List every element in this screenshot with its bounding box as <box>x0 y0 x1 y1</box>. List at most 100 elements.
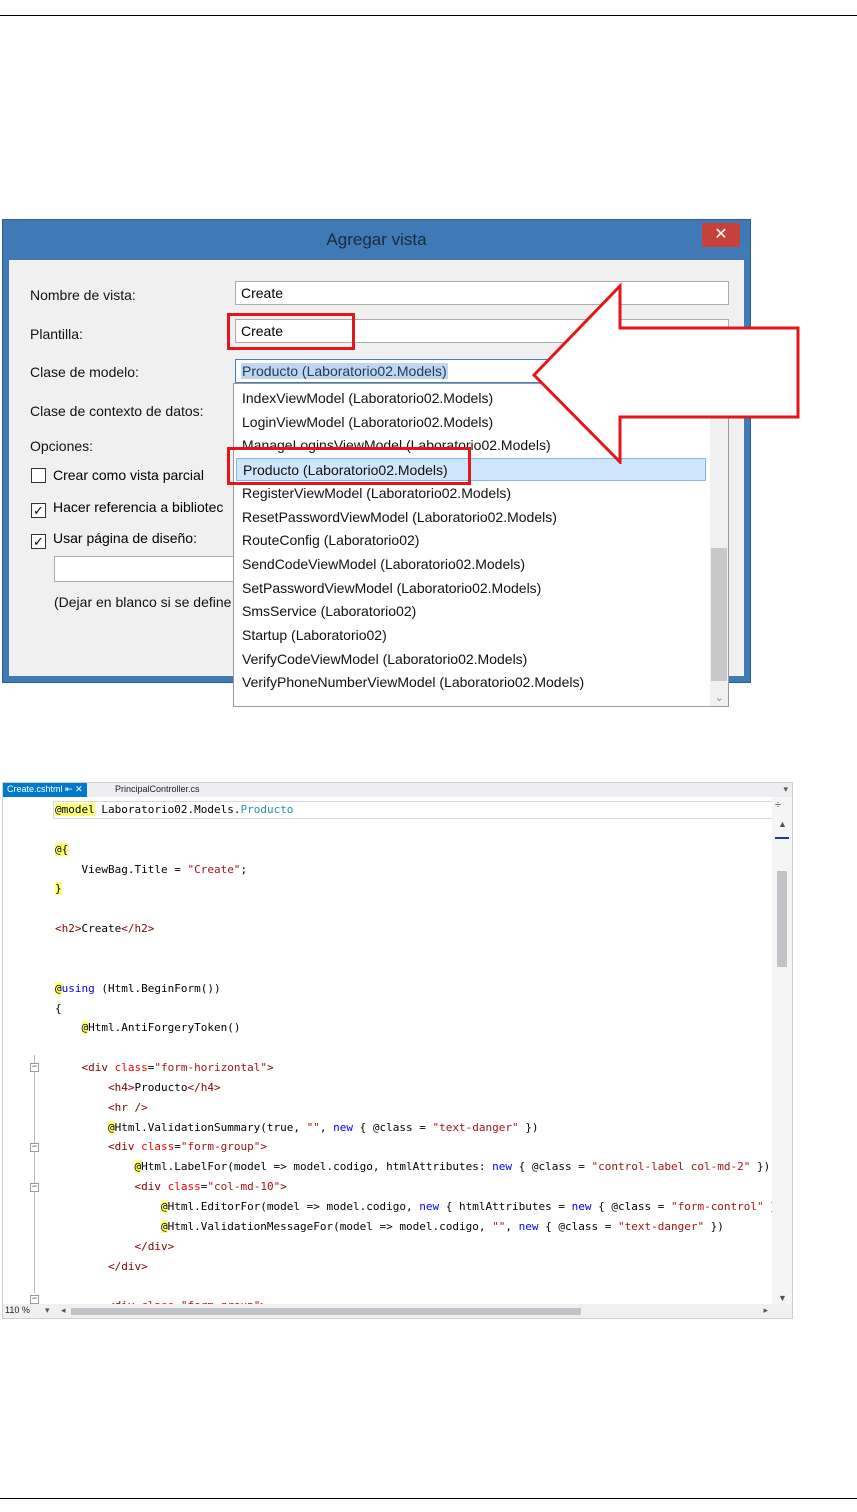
code-token: (Html.BeginForm()) <box>94 981 221 995</box>
code-token: @ <box>107 1120 115 1134</box>
code-token: { @class = <box>538 1219 618 1233</box>
code-line[interactable]: } <box>55 879 62 899</box>
code-token: "text-danger" <box>432 1120 519 1134</box>
code-token: Html.EditorFor(model => model.codigo, <box>167 1200 420 1213</box>
code-line[interactable]: </div> <box>55 1257 148 1277</box>
code-token: Laboratorio02.Models. <box>94 803 241 816</box>
code-area[interactable]: @model Laboratorio02.Models.Producto @{ V… <box>3 797 774 1305</box>
dropdown-item[interactable]: VerifyCodeViewModel (Laboratorio02.Model… <box>236 648 706 671</box>
code-token: }) <box>704 1219 724 1233</box>
code-token: ViewBag.Title = <box>55 862 188 876</box>
script-libraries-option[interactable]: ✓ Hacer referencia a bibliotec <box>31 499 223 518</box>
dropdown-item[interactable]: RegisterViewModel (Laboratorio02.Models) <box>236 482 706 505</box>
code-line[interactable]: <h2>Create</h2> <box>55 919 154 939</box>
code-token: @ <box>160 1219 168 1233</box>
code-token: @ <box>55 981 62 995</box>
zoom-level[interactable]: 110 % <box>5 1305 30 1315</box>
code-line[interactable]: ViewBag.Title = "Create"; <box>55 860 247 880</box>
code-line[interactable]: <hr /> <box>55 1098 148 1118</box>
partial-view-option[interactable]: Crear como vista parcial <box>31 467 204 483</box>
dialog-titlebar[interactable]: Agregar vista ✕ <box>3 220 750 260</box>
model-class-label: Clase de modelo: <box>30 364 139 380</box>
template-label: Plantilla: <box>30 326 83 342</box>
code-token: </div> <box>107 1259 148 1273</box>
code-token: = <box>174 1140 181 1154</box>
dropdown-item[interactable]: VerifyPhoneNumberViewModel (Laboratorio0… <box>236 671 706 694</box>
code-line[interactable]: @Html.LabelFor(model => model.codigo, ht… <box>55 1157 770 1177</box>
split-icon[interactable]: ÷ <box>775 799 781 811</box>
partial-view-checkbox[interactable] <box>31 468 46 483</box>
caret-position-marker <box>775 837 789 839</box>
close-icon[interactable]: ✕ <box>75 784 83 794</box>
code-token: "" <box>492 1219 506 1233</box>
code-token: class <box>141 1140 175 1154</box>
tab-create-cshtml[interactable]: Create.cshtml ⇤ ✕ <box>3 783 87 797</box>
code-line[interactable]: @Html.AntiForgeryToken() <box>55 1018 240 1038</box>
dropdown-item[interactable]: Startup (Laboratorio02) <box>236 624 706 647</box>
code-token: class <box>114 1061 148 1075</box>
collapse-icon[interactable]: − <box>30 1295 39 1304</box>
dropdown-scroll-thumb[interactable] <box>711 548 727 681</box>
scroll-right-icon[interactable]: ▸ <box>763 1305 768 1316</box>
code-line[interactable]: @Html.EditorFor(model => model.codigo, n… <box>55 1197 774 1217</box>
code-token: new <box>571 1200 592 1213</box>
code-token: new <box>492 1160 512 1174</box>
pin-icon[interactable]: ⇤ <box>65 784 73 794</box>
chevron-down-icon[interactable]: ⌄ <box>715 691 724 704</box>
tab-principal-controller[interactable]: PrincipalController.cs <box>115 784 200 794</box>
dropdown-item[interactable]: RouteConfig (Laboratorio02) <box>236 529 706 552</box>
code-token: @ <box>160 1200 168 1213</box>
collapse-icon[interactable]: − <box>30 1183 39 1192</box>
scroll-up-icon[interactable]: ▲ <box>778 819 787 829</box>
code-line[interactable]: @{ <box>55 840 69 860</box>
code-line[interactable]: </div> <box>55 1237 174 1257</box>
code-line[interactable]: <h4>Producto</h4> <box>55 1078 221 1098</box>
close-icon: ✕ <box>714 226 728 243</box>
page-bottom-rule <box>0 1498 857 1499</box>
close-button[interactable]: ✕ <box>702 223 740 247</box>
code-line[interactable]: @Html.ValidationSummary(true, "", new { … <box>55 1118 539 1138</box>
code-token: new <box>518 1219 539 1233</box>
collapse-icon[interactable]: − <box>30 1063 39 1072</box>
code-line[interactable]: @model Laboratorio02.Models.Producto <box>55 800 293 820</box>
layout-hint-text: (Dejar en blanco si se define <box>54 594 232 610</box>
code-line[interactable]: @using (Html.BeginForm()) <box>55 979 221 999</box>
dropdown-item[interactable]: ResetPasswordViewModel (Laboratorio02.Mo… <box>236 506 706 529</box>
code-line[interactable]: @Html.ValidationMessageFor(model => mode… <box>55 1217 724 1237</box>
code-line[interactable]: <div class="form-horizontal"> <box>55 1058 274 1078</box>
dialog-title: Agregar vista <box>326 230 427 249</box>
scroll-down-icon[interactable]: ▼ <box>778 1293 787 1303</box>
code-line[interactable]: { <box>55 999 62 1019</box>
layout-page-option[interactable]: ✓ Usar página de diseño: <box>31 530 197 549</box>
dropdown-item[interactable]: SmsService (Laboratorio02) <box>236 600 706 623</box>
code-token: new <box>419 1200 440 1213</box>
outline-guide <box>34 1055 35 1293</box>
layout-page-field[interactable] <box>54 556 254 582</box>
dropdown-item[interactable]: SendCodeViewModel (Laboratorio02.Models) <box>236 553 706 576</box>
chevron-down-icon[interactable]: ▾ <box>783 784 788 795</box>
code-line[interactable]: <div class="col-md-10"> <box>55 1177 286 1197</box>
code-token: , <box>319 1120 334 1134</box>
code-line[interactable]: <div class="form-group"> <box>55 1137 267 1157</box>
partial-view-label: Crear como vista parcial <box>53 467 204 483</box>
dropdown-item[interactable]: SetPasswordViewModel (Laboratorio02.Mode… <box>236 577 706 600</box>
vertical-scroll-thumb[interactable] <box>777 871 787 967</box>
vertical-scrollbar[interactable]: ÷ ▲ ▼ <box>772 797 792 1305</box>
code-token: Html.ValidationSummary(true, <box>114 1120 307 1134</box>
code-token: @{ <box>55 842 69 856</box>
horizontal-scroll-thumb[interactable] <box>71 1308 581 1315</box>
collapse-icon[interactable]: − <box>30 1143 39 1152</box>
red-arrow-icon <box>531 282 800 464</box>
scroll-left-icon[interactable]: ◂ <box>61 1305 66 1316</box>
layout-page-checkbox[interactable]: ✓ <box>31 534 46 549</box>
script-libraries-checkbox[interactable]: ✓ <box>31 503 46 518</box>
chevron-down-icon[interactable]: ▾ <box>45 1305 50 1316</box>
code-token: > <box>260 1140 267 1154</box>
